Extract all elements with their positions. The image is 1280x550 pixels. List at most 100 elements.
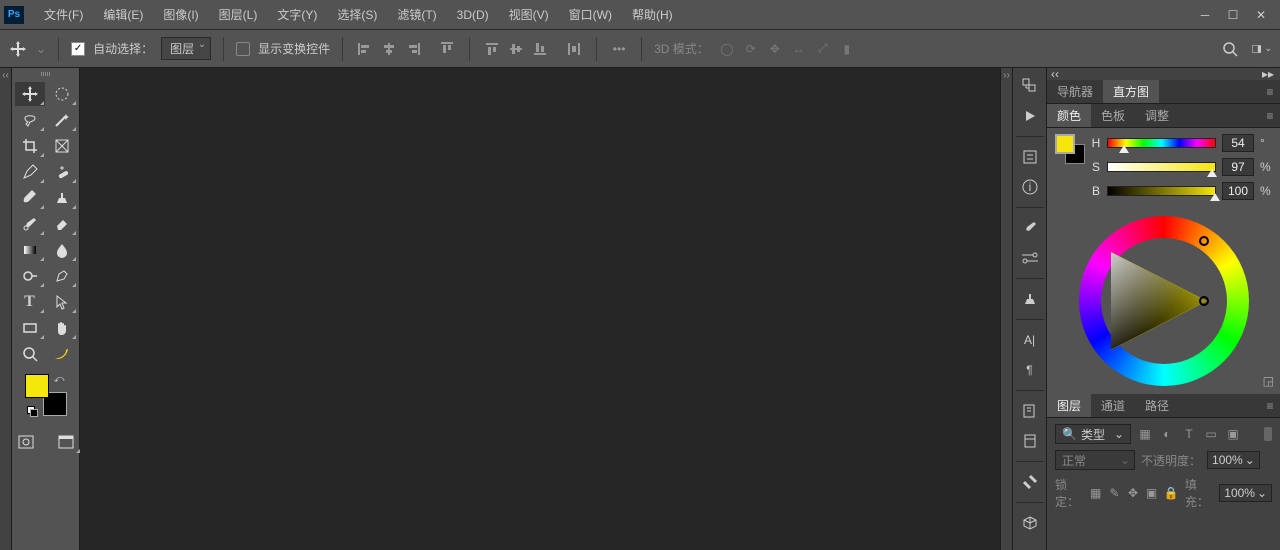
- menu-3d[interactable]: 3D(D): [447, 8, 499, 22]
- brush-settings-panel-icon[interactable]: [1016, 214, 1044, 242]
- healing-brush-tool[interactable]: [47, 160, 77, 184]
- menu-file[interactable]: 文件(F): [34, 6, 93, 23]
- gradient-tool[interactable]: [15, 238, 45, 262]
- orbit-3d-icon[interactable]: ◯: [717, 39, 737, 59]
- lasso-tool[interactable]: [15, 108, 45, 132]
- tab-adjustments[interactable]: 调整: [1135, 104, 1179, 127]
- move-tool-indicator[interactable]: [8, 39, 28, 59]
- menu-type[interactable]: 文字(Y): [267, 6, 327, 23]
- expand-color-picker-icon[interactable]: ◲: [1263, 374, 1274, 388]
- tab-swatches[interactable]: 色板: [1091, 104, 1135, 127]
- panel-dock-collapse[interactable]: ‹‹▸▸: [1047, 68, 1280, 80]
- path-selection-tool[interactable]: [47, 290, 77, 314]
- tab-navigator[interactable]: 导航器: [1047, 80, 1103, 103]
- menu-layer[interactable]: 图层(L): [209, 6, 268, 23]
- more-options-icon[interactable]: •••: [609, 39, 629, 59]
- eraser-tool[interactable]: [47, 212, 77, 236]
- brush-tool[interactable]: [15, 186, 45, 210]
- type-tool[interactable]: T: [15, 290, 45, 314]
- menu-image[interactable]: 图像(I): [153, 6, 208, 23]
- character-panel-icon[interactable]: A|: [1016, 326, 1044, 354]
- color-swatches[interactable]: ⤺: [25, 374, 67, 416]
- tab-paths[interactable]: 路径: [1135, 394, 1179, 417]
- roll-3d-icon[interactable]: ⟳: [741, 39, 761, 59]
- camera-3d-icon[interactable]: ▮: [837, 39, 857, 59]
- align-left-icon[interactable]: [355, 39, 375, 59]
- lock-all-icon[interactable]: 🔒: [1164, 485, 1179, 501]
- hue-value-input[interactable]: 54: [1222, 134, 1254, 152]
- collapse-iconbar-button[interactable]: ››: [1000, 68, 1012, 550]
- canvas-area[interactable]: [80, 68, 1000, 550]
- layer-filter-dropdown[interactable]: 🔍 类型 ⌄: [1055, 424, 1131, 444]
- opacity-value-input[interactable]: 100%⌄: [1207, 451, 1260, 469]
- 3d-panel-icon[interactable]: [1016, 509, 1044, 537]
- triangle-marker[interactable]: [1199, 296, 1209, 306]
- menu-window[interactable]: 窗口(W): [559, 6, 622, 23]
- color-panel-menu-icon[interactable]: ≡: [1260, 104, 1280, 127]
- filter-adjustment-icon[interactable]: ◐: [1159, 426, 1175, 442]
- frame-tool[interactable]: [47, 134, 77, 158]
- history-panel-icon[interactable]: [1016, 72, 1044, 100]
- rectangle-tool[interactable]: [15, 316, 45, 340]
- brightness-slider[interactable]: [1107, 186, 1216, 196]
- maximize-button[interactable]: ☐: [1226, 8, 1240, 22]
- quick-mask-icon[interactable]: [11, 430, 41, 454]
- clone-source-panel-icon[interactable]: [1016, 285, 1044, 313]
- clone-stamp-tool[interactable]: [47, 186, 77, 210]
- crop-tool[interactable]: [15, 134, 45, 158]
- align-right-icon[interactable]: [403, 39, 423, 59]
- eyedropper-tool[interactable]: [15, 160, 45, 184]
- saturation-slider[interactable]: [1107, 162, 1216, 172]
- zoom-tool[interactable]: [15, 342, 45, 366]
- minimize-button[interactable]: ─: [1198, 8, 1212, 22]
- menu-select[interactable]: 选择(S): [327, 6, 387, 23]
- swap-colors-icon[interactable]: ⤺: [54, 374, 65, 385]
- banana-tool[interactable]: [47, 342, 77, 366]
- history-brush-tool[interactable]: [15, 212, 45, 236]
- pen-tool[interactable]: [47, 264, 77, 288]
- tab-layers[interactable]: 图层: [1047, 394, 1091, 417]
- notes-panel-icon[interactable]: [1016, 427, 1044, 455]
- menu-edit[interactable]: 编辑(E): [93, 6, 153, 23]
- adjustments-panel-icon[interactable]: [1016, 468, 1044, 496]
- lock-pixels-icon[interactable]: ▦: [1089, 485, 1102, 501]
- menu-view[interactable]: 视图(V): [499, 6, 559, 23]
- distribute-bottom-icon[interactable]: [530, 39, 550, 59]
- hue-ring-marker[interactable]: [1199, 236, 1209, 246]
- search-icon[interactable]: [1220, 39, 1240, 59]
- paragraph-panel-icon[interactable]: ¶: [1016, 356, 1044, 384]
- lock-brush-icon[interactable]: ✎: [1108, 485, 1121, 501]
- color-panel-swatches[interactable]: [1055, 134, 1085, 164]
- hand-tool[interactable]: [47, 316, 77, 340]
- color-wheel[interactable]: [1079, 216, 1249, 386]
- filter-smart-icon[interactable]: ▣: [1225, 426, 1241, 442]
- hue-slider[interactable]: [1107, 138, 1216, 148]
- tab-color[interactable]: 颜色: [1047, 104, 1091, 127]
- properties-panel-icon[interactable]: [1016, 143, 1044, 171]
- screen-mode-icon[interactable]: [51, 430, 81, 454]
- distribute-left-icon[interactable]: [564, 39, 584, 59]
- tab-histogram[interactable]: 直方图: [1103, 80, 1159, 103]
- menu-filter[interactable]: 滤镜(T): [387, 6, 446, 23]
- navigator-panel-menu-icon[interactable]: ≡: [1260, 80, 1280, 103]
- fill-value-input[interactable]: 100%⌄: [1219, 484, 1272, 502]
- panel-foreground-swatch[interactable]: [1055, 134, 1075, 154]
- saturation-value-input[interactable]: 97: [1222, 158, 1254, 176]
- tab-channels[interactable]: 通道: [1091, 394, 1135, 417]
- layers-panel-menu-icon[interactable]: ≡: [1260, 394, 1280, 417]
- default-colors-icon[interactable]: [27, 406, 37, 416]
- close-button[interactable]: ✕: [1254, 8, 1268, 22]
- marquee-tool[interactable]: [47, 82, 77, 106]
- align-center-h-icon[interactable]: [379, 39, 399, 59]
- menu-help[interactable]: 帮助(H): [622, 6, 683, 23]
- dodge-tool[interactable]: [15, 264, 45, 288]
- distribute-center-v-icon[interactable]: [506, 39, 526, 59]
- distribute-top-icon[interactable]: [482, 39, 502, 59]
- auto-select-checkbox[interactable]: ✓: [71, 42, 85, 56]
- filter-shape-icon[interactable]: ▭: [1203, 426, 1219, 442]
- brushes-panel-icon[interactable]: [1016, 244, 1044, 272]
- actions-panel-icon[interactable]: [1016, 102, 1044, 130]
- filter-pixel-icon[interactable]: ▦: [1137, 426, 1153, 442]
- lock-artboard-icon[interactable]: ▣: [1145, 485, 1158, 501]
- blend-mode-dropdown[interactable]: 正常: [1055, 450, 1135, 470]
